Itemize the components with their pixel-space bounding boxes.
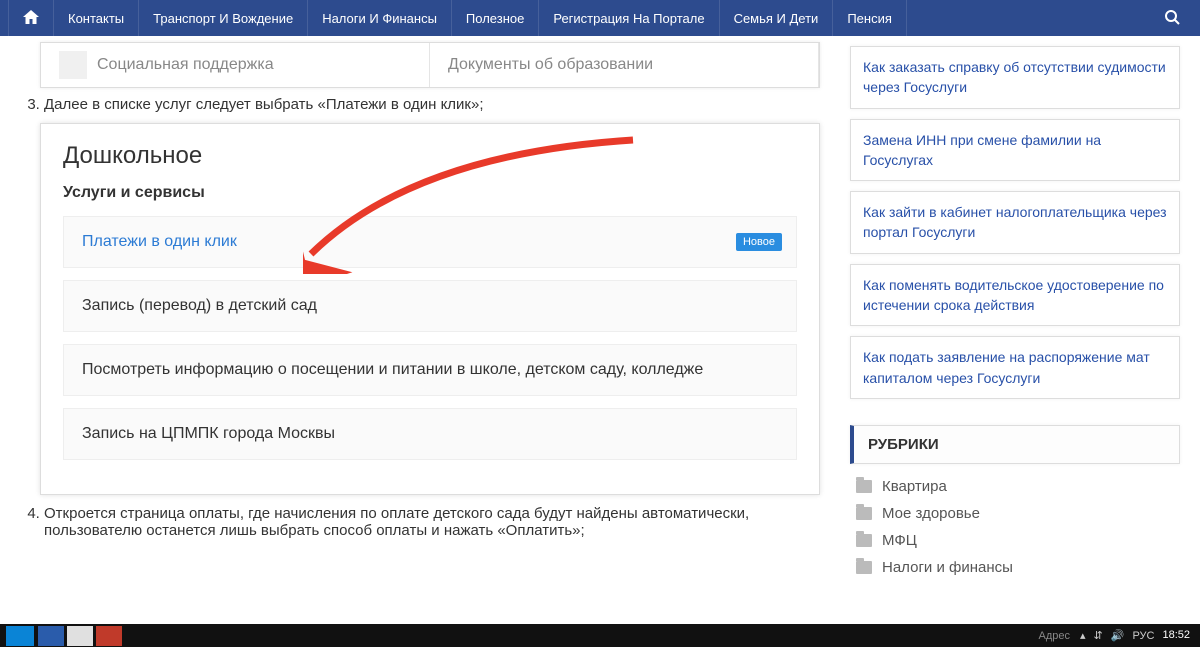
nav-label: Налоги И Финансы — [322, 11, 437, 26]
search-icon — [1164, 9, 1180, 28]
address-label: Адрес — [1038, 630, 1070, 642]
rubric-label: Мое здоровье — [882, 505, 980, 522]
tab-label: Социальная поддержка — [97, 56, 274, 74]
nav-item-useful[interactable]: Полезное — [452, 0, 539, 36]
instruction-list: Далее в списке услуг следует выбрать «Пл… — [20, 96, 820, 113]
service-label: Платежи в один клик — [82, 233, 237, 250]
sidebar: Как заказать справку об отсутствии судим… — [850, 36, 1180, 624]
taskbar-app-icon[interactable] — [96, 626, 122, 646]
service-label: Запись (перевод) в детский сад — [82, 297, 317, 314]
nav-item-register[interactable]: Регистрация На Портале — [539, 0, 719, 36]
nav-item-taxes[interactable]: Налоги И Финансы — [308, 0, 452, 36]
folder-icon — [856, 480, 872, 493]
nav-label: Пенсия — [847, 11, 892, 26]
rubric-label: Квартира — [882, 478, 947, 495]
nav-label: Транспорт И Вождение — [153, 11, 293, 26]
folder-icon — [856, 507, 872, 520]
nav-label: Полезное — [466, 11, 524, 26]
service-item-one-click[interactable]: Платежи в один клик Новое — [63, 216, 797, 268]
nav-item-transport[interactable]: Транспорт И Вождение — [139, 0, 308, 36]
rubric-item[interactable]: Квартира — [856, 478, 1180, 495]
sidebar-link[interactable]: Как подать заявление на распоряжение мат… — [850, 336, 1180, 399]
nav-label: Контакты — [68, 11, 124, 26]
service-label: Запись на ЦПМПК города Москвы — [82, 425, 335, 442]
instruction-list: Откроется страница оплаты, где начислени… — [20, 505, 820, 539]
card-subtitle: Услуги и сервисы — [63, 184, 797, 202]
folder-icon — [856, 561, 872, 574]
new-badge: Новое — [736, 233, 782, 251]
sidebar-link-text: Как поменять водительское удостоверение … — [863, 277, 1164, 313]
tray-lang-indicator[interactable]: РУС — [1132, 630, 1154, 642]
nav-item-contacts[interactable]: Контакты — [54, 0, 139, 36]
instruction-step-3: Далее в списке услуг следует выбрать «Пл… — [44, 96, 820, 113]
taskbar-app-icon[interactable] — [38, 626, 64, 646]
card-title: Дошкольное — [63, 142, 797, 170]
category-tab[interactable]: Социальная поддержка — [41, 43, 430, 87]
rubric-label: Налоги и финансы — [882, 559, 1013, 576]
service-item-cpmpk[interactable]: Запись на ЦПМПК города Москвы — [63, 408, 797, 460]
nav-label: Семья И Дети — [734, 11, 819, 26]
sidebar-rubrics-header: РУБРИКИ — [850, 425, 1180, 464]
start-button[interactable] — [6, 626, 34, 646]
sidebar-link-text: Как заказать справку об отсутствии судим… — [863, 59, 1166, 95]
rubric-label: МФЦ — [882, 532, 917, 549]
rubric-item[interactable]: Мое здоровье — [856, 505, 1180, 522]
nav-home[interactable] — [8, 0, 54, 36]
taskbar-app-icon[interactable] — [67, 626, 93, 646]
sidebar-link-text: Как зайти в кабинет налогоплательщика че… — [863, 204, 1167, 240]
tab-label: Документы об образовании — [448, 56, 653, 74]
sidebar-link[interactable]: Замена ИНН при смене фамилии на Госуслуг… — [850, 119, 1180, 182]
home-icon — [23, 10, 39, 27]
tray-network-icon: ⇵ — [1094, 629, 1103, 642]
sidebar-link[interactable]: Как заказать справку об отсутствии судим… — [850, 46, 1180, 109]
instruction-step-4: Откроется страница оплаты, где начислени… — [44, 505, 820, 539]
tray-sound-icon: 🔊 — [1111, 629, 1125, 642]
tray-chevron-icon: ▴ — [1080, 629, 1086, 642]
windows-taskbar: Адрес ▴ ⇵ 🔊 РУС 18:52 — [0, 624, 1200, 647]
clock-time: 18:52 — [1162, 630, 1190, 641]
category-tabs-fragment: Социальная поддержка Документы об образо… — [40, 42, 820, 88]
service-label: Посмотреть информацию о посещении и пита… — [82, 361, 703, 378]
rubric-item[interactable]: МФЦ — [856, 532, 1180, 549]
category-tab[interactable]: Документы об образовании — [430, 43, 819, 87]
nav-label: Регистрация На Портале — [553, 11, 704, 26]
taskbar-clock[interactable]: 18:52 — [1162, 630, 1194, 641]
sidebar-link[interactable]: Как поменять водительское удостоверение … — [850, 264, 1180, 327]
services-card: Дошкольное Услуги и сервисы Платежи в од… — [40, 123, 820, 495]
tab-thumb-icon — [59, 51, 87, 79]
service-item-attendance[interactable]: Посмотреть информацию о посещении и пита… — [63, 344, 797, 396]
nav-item-pension[interactable]: Пенсия — [833, 0, 907, 36]
nav-item-family[interactable]: Семья И Дети — [720, 0, 834, 36]
sidebar-link-text: Замена ИНН при смене фамилии на Госуслуг… — [863, 132, 1101, 168]
page-body: Социальная поддержка Документы об образо… — [0, 36, 1200, 624]
main-column: Социальная поддержка Документы об образо… — [20, 36, 850, 624]
top-nav: Контакты Транспорт И Вождение Налоги И Ф… — [0, 0, 1200, 36]
sidebar-link[interactable]: Как зайти в кабинет налогоплательщика че… — [850, 191, 1180, 254]
system-tray[interactable]: ▴ ⇵ 🔊 РУС — [1080, 629, 1154, 642]
sidebar-link-text: Как подать заявление на распоряжение мат… — [863, 349, 1150, 385]
folder-icon — [856, 534, 872, 547]
nav-search-button[interactable] — [1152, 0, 1192, 36]
service-item-kindergarten[interactable]: Запись (перевод) в детский сад — [63, 280, 797, 332]
rubric-item[interactable]: Налоги и финансы — [856, 559, 1180, 576]
